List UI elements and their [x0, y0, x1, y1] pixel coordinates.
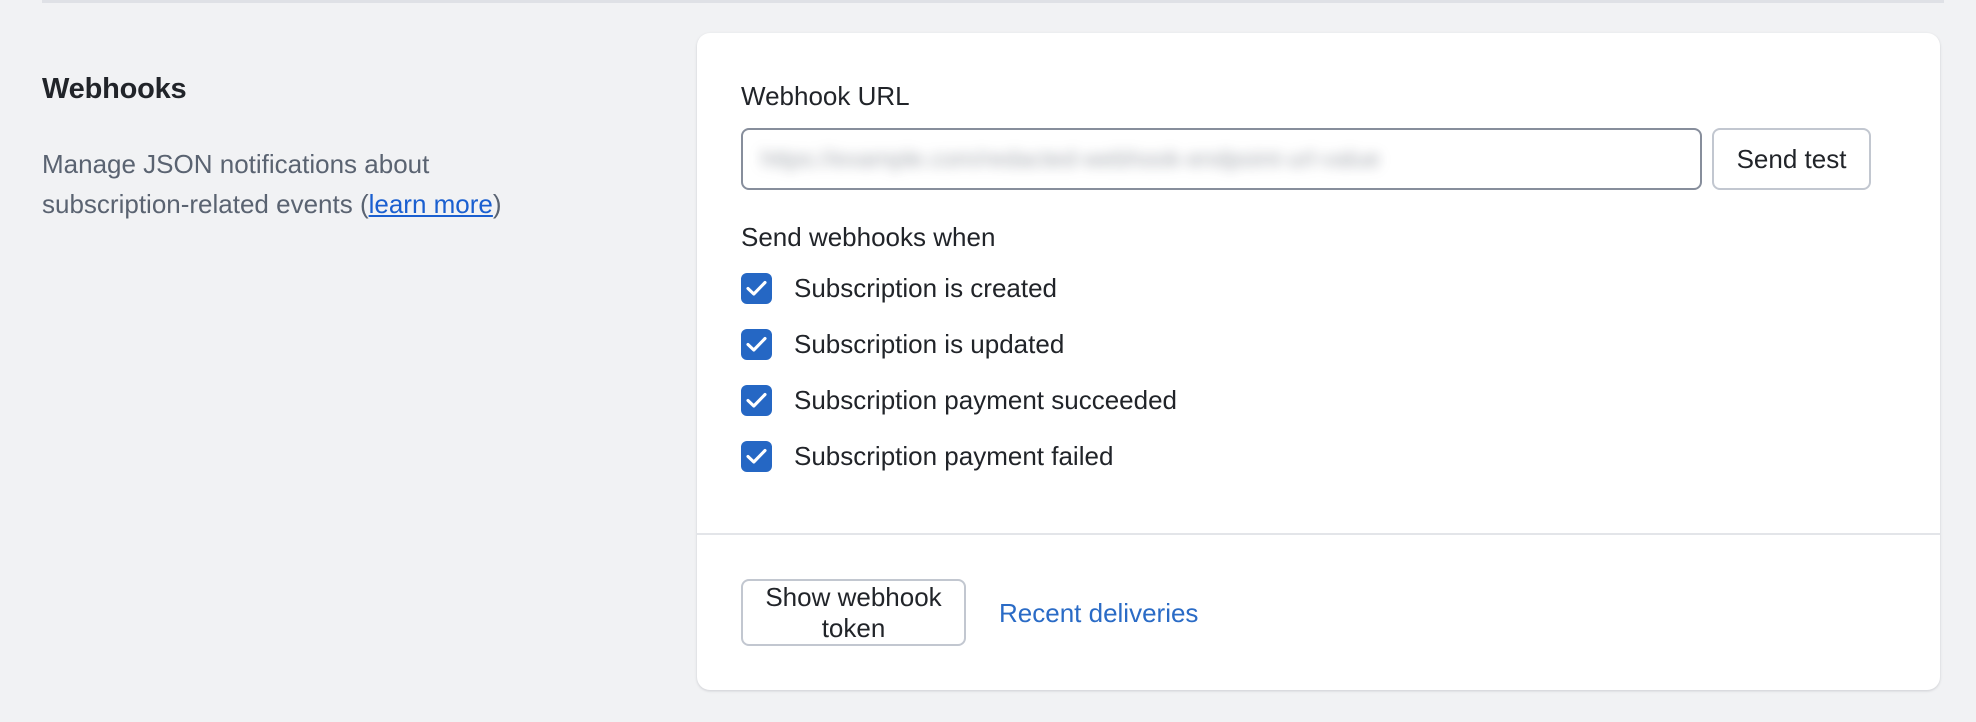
list-item[interactable]: Subscription payment succeeded — [741, 378, 1896, 422]
section-description-suffix: ) — [492, 189, 502, 219]
section-description: Manage JSON notifications about subscrip… — [42, 144, 572, 224]
webhook-url-value-redacted: https://example.com/redacted-webhook-end… — [761, 146, 1380, 173]
list-item[interactable]: Subscription is created — [741, 266, 1896, 310]
card-footer: Show webhook token Recent deliveries — [697, 535, 1940, 690]
checkbox-subscription-created[interactable] — [741, 272, 772, 304]
section-description-column: Webhooks Manage JSON notifications about… — [42, 72, 602, 224]
page-title: Webhooks — [42, 73, 187, 105]
send-webhooks-when-label: Send webhooks when — [741, 222, 996, 252]
send-test-button[interactable]: Send test — [1712, 128, 1871, 190]
webhooks-card: Webhook URL https://example.com/redacted… — [697, 33, 1940, 690]
webhooks-settings-section: Webhooks Manage JSON notifications about… — [0, 0, 1976, 722]
list-item-label: Subscription is updated — [794, 329, 1065, 359]
check-icon — [746, 280, 767, 296]
webhook-events-list: Subscription is created Subscription is … — [741, 266, 1896, 478]
learn-more-link[interactable]: learn more — [369, 189, 493, 219]
list-item[interactable]: Subscription payment failed — [741, 434, 1896, 478]
check-icon — [746, 448, 767, 464]
list-item[interactable]: Subscription is updated — [741, 322, 1896, 366]
checkbox-payment-succeeded[interactable] — [741, 384, 772, 416]
webhook-url-label: Webhook URL — [741, 81, 910, 111]
webhooks-card-body: Webhook URL https://example.com/redacted… — [697, 33, 1940, 478]
webhook-url-input[interactable]: https://example.com/redacted-webhook-end… — [741, 128, 1702, 190]
check-icon — [746, 392, 767, 408]
show-webhook-token-button[interactable]: Show webhook token — [741, 579, 966, 646]
checkbox-payment-failed[interactable] — [741, 440, 772, 472]
check-icon — [746, 336, 767, 352]
list-item-label: Subscription is created — [794, 273, 1058, 303]
webhook-url-row: https://example.com/redacted-webhook-end… — [741, 128, 1896, 190]
checkbox-subscription-updated[interactable] — [741, 328, 772, 360]
list-item-label: Subscription payment failed — [794, 441, 1114, 471]
list-item-label: Subscription payment succeeded — [794, 385, 1178, 415]
recent-deliveries-link[interactable]: Recent deliveries — [999, 598, 1198, 628]
